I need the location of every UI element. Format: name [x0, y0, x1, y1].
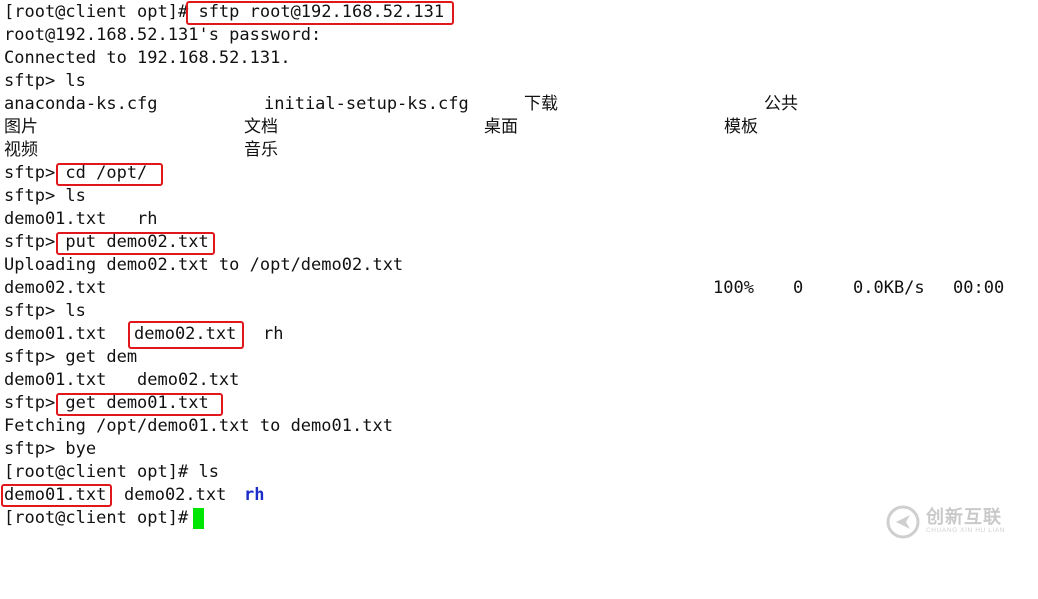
terminal-line-put-command: sftp> put demo02.txt — [4, 232, 209, 252]
listing-item: anaconda-ks.cfg — [4, 94, 158, 114]
terminal-line-local-ls: [root@client opt]# ls — [4, 462, 219, 482]
terminal-line-listing-2: 图片 文档 桌面 模板 — [4, 116, 1004, 139]
listing-item: initial-setup-ks.cfg — [264, 94, 469, 114]
terminal-line-sftp-ls: sftp> ls — [4, 71, 86, 91]
progress-bytes: 0 — [793, 278, 804, 298]
terminal-line-get-partial: sftp> get dem — [4, 347, 138, 367]
listing-item: rh — [263, 324, 284, 344]
terminal-line-connected: Connected to 192.168.52.131. — [4, 48, 291, 68]
terminal-line-bye: sftp> bye — [4, 439, 97, 459]
progress-filename: demo02.txt — [4, 278, 107, 298]
watermark-text-cn: 创新互联 — [926, 507, 1002, 529]
terminal-line-listing-after-put: demo01.txt demo02.txt rh — [4, 323, 404, 346]
terminal-line-password-prompt: root@192.168.52.131's password: — [4, 25, 322, 45]
terminal-line-uploading: Uploading demo02.txt to /opt/demo02.txt — [4, 255, 404, 275]
listing-item: 图片 — [4, 117, 38, 137]
terminal-cursor — [193, 508, 204, 529]
terminal-line-prompt: [root@client opt]# — [4, 508, 199, 528]
listing-item: demo01.txt — [4, 324, 107, 344]
listing-item: 音乐 — [244, 140, 278, 160]
listing-item: 公共 — [764, 94, 798, 114]
terminal-line-listing-opt: demo01.txt rh — [4, 209, 158, 229]
listing-item: demo02.txt — [124, 485, 227, 505]
progress-eta: 00:00 — [953, 278, 1005, 298]
terminal-line-listing-1: anaconda-ks.cfg initial-setup-ks.cfg 下载 … — [4, 93, 1004, 116]
listing-item: 模板 — [724, 117, 758, 137]
terminal-line-sftp-ls: sftp> ls — [4, 186, 86, 206]
listing-item: 视频 — [4, 140, 38, 160]
terminal-line-sftp-ls: sftp> ls — [4, 301, 86, 321]
terminal-line-get-command: sftp> get demo01.txt — [4, 393, 209, 413]
terminal-line-local-listing: demo01.txt demo02.txt rh — [4, 484, 404, 507]
listing-item: 下载 — [524, 94, 558, 114]
watermark-logo: 创新互联 CHUANG XIN HU LIAN — [886, 502, 1026, 542]
terminal-line-fetching: Fetching /opt/demo01.txt to demo01.txt — [4, 416, 393, 436]
directory-entry-rh: rh — [244, 485, 265, 505]
listing-item: 桌面 — [484, 117, 518, 137]
watermark-logo-icon — [886, 505, 920, 539]
listing-item: demo01.txt — [4, 485, 107, 505]
listing-item: 文档 — [244, 117, 278, 137]
terminal-line-listing-3: 视频 音乐 — [4, 139, 1004, 162]
progress-percent: 100% — [713, 278, 754, 298]
terminal-line-completion-list: demo01.txt demo02.txt — [4, 370, 240, 390]
watermark-text-en: CHUANG XIN HU LIAN — [926, 527, 1006, 535]
terminal-line-sftp-connect: [root@client opt]# sftp root@192.168.52.… — [4, 2, 445, 22]
listing-item: demo02.txt — [134, 324, 237, 344]
progress-rate: 0.0KB/s — [853, 278, 925, 298]
terminal-line-cd-opt: sftp> cd /opt/ — [4, 163, 148, 183]
terminal-line-upload-progress: demo02.txt 100% 0 0.0KB/s 00:00 — [4, 277, 1014, 300]
terminal-window[interactable]: [root@client opt]# sftp root@192.168.52.… — [0, 0, 1038, 550]
